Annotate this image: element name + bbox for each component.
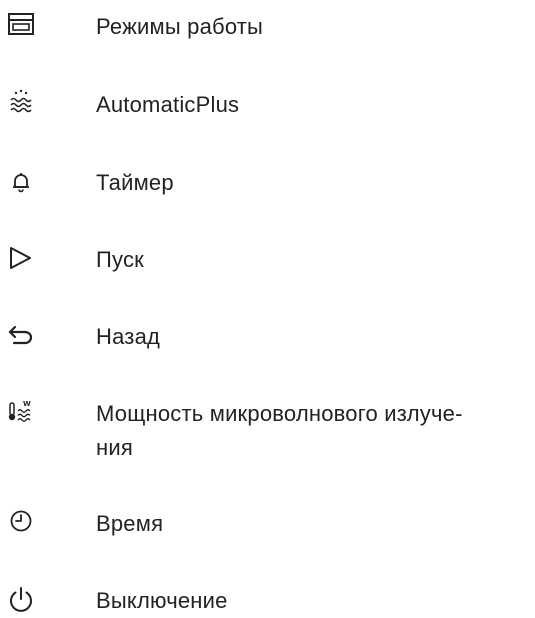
automatic-plus-icon — [4, 88, 38, 122]
power-icon — [4, 584, 38, 618]
legend-label: Режимы работы — [96, 14, 264, 39]
bell-icon — [4, 166, 38, 200]
microwave-power-icon: W — [4, 397, 38, 431]
legend-label: Мощность микроволнового излуче-ния — [96, 401, 463, 460]
icon-legend: Режимы работы AutomaticPlus Таймер Пуск … — [0, 0, 535, 616]
operating-modes-icon — [4, 10, 38, 44]
clock-icon — [4, 507, 38, 541]
legend-label: AutomaticPlus — [96, 92, 240, 117]
legend-label: Время — [96, 511, 164, 536]
legend-label: Таймер — [96, 170, 174, 195]
legend-label: Выключение — [96, 588, 228, 613]
legend-label: Назад — [96, 324, 161, 349]
svg-text:W: W — [23, 400, 31, 408]
legend-label: Пуск — [96, 247, 144, 272]
back-arrow-icon — [4, 320, 38, 354]
play-icon — [4, 243, 38, 277]
